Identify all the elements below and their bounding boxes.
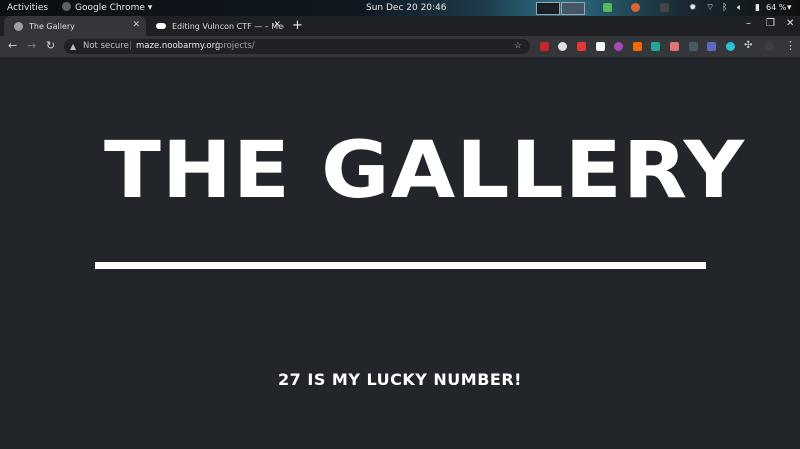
battery-percent: 64 % <box>766 3 787 12</box>
volume-icon[interactable]: 🔈︎ <box>737 2 742 14</box>
screen-icon[interactable] <box>660 3 669 12</box>
profile-avatar[interactable] <box>765 42 774 51</box>
close-window-button[interactable]: ✕ <box>786 18 794 29</box>
forward-button[interactable]: → <box>27 39 36 53</box>
tab-the-gallery[interactable]: The Gallery ✕ <box>4 16 146 36</box>
heading-underline <box>95 262 706 269</box>
extensions-puzzle-icon[interactable]: ✣ <box>744 39 752 53</box>
tab-title: Editing Vulncon CTF — – Med <box>172 21 284 31</box>
kebab-menu-icon[interactable]: ⋮ <box>785 39 796 53</box>
extension-8-icon[interactable] <box>670 42 679 51</box>
extension-7-icon[interactable] <box>651 42 660 51</box>
browser-toolbar: ← → ↻ ▲ Not secure | maze.noobarmy.org /… <box>0 36 800 57</box>
tab-title: The Gallery <box>29 21 75 31</box>
minimize-button[interactable]: – <box>746 18 751 29</box>
workspace-2[interactable] <box>561 2 585 15</box>
system-menu-arrow-icon[interactable]: ▾ <box>787 2 792 14</box>
tab-strip: The Gallery ✕ Editing Vulncon CTF — – Me… <box>0 16 800 36</box>
app-menu[interactable]: Google Chrome ▾ <box>62 2 152 14</box>
chrome-tray-icon[interactable] <box>631 3 640 12</box>
dropdown-arrow-icon: ▾ <box>147 3 153 13</box>
brightness-icon[interactable]: ✹ <box>689 2 697 14</box>
extension-6-icon[interactable] <box>633 42 642 51</box>
clock[interactable]: Sun Dec 20 20:46 <box>366 2 447 14</box>
close-tab-icon[interactable]: ✕ <box>132 20 140 30</box>
reload-button[interactable]: ↻ <box>46 39 55 53</box>
warning-icon[interactable]: ▲ <box>70 40 76 53</box>
globe-icon <box>14 21 23 31</box>
extension-1-icon[interactable] <box>540 42 549 51</box>
bookmark-star-icon[interactable]: ☆ <box>514 40 522 53</box>
maximize-button[interactable]: ❐ <box>766 18 775 29</box>
system-top-bar: Activities Google Chrome ▾ Sun Dec 20 20… <box>0 0 800 16</box>
chrome-app-icon <box>62 2 71 11</box>
shield-icon[interactable] <box>603 3 612 12</box>
address-bar[interactable]: ▲ Not secure | maze.noobarmy.org /projec… <box>64 39 530 54</box>
extension-2-icon[interactable] <box>558 42 567 51</box>
security-label[interactable]: Not secure <box>83 40 129 53</box>
tab-editing-vulncon[interactable]: Editing Vulncon CTF — – Med ✕ <box>146 16 287 36</box>
activities-button[interactable]: Activities <box>7 2 48 14</box>
separator: | <box>129 41 132 51</box>
url-host: maze.noobarmy.org <box>136 41 221 51</box>
battery-icon[interactable]: ▮ <box>755 2 760 14</box>
extension-10-icon[interactable] <box>707 42 716 51</box>
app-menu-label: Google Chrome <box>75 3 145 13</box>
back-button[interactable]: ← <box>8 39 17 53</box>
page-heading: THE GALLERY <box>103 126 746 216</box>
page-content <box>0 57 800 449</box>
workspace-1[interactable] <box>536 2 560 15</box>
close-tab-icon[interactable]: ✕ <box>273 20 281 30</box>
wifi-icon[interactable]: ⌔ <box>706 2 714 14</box>
extension-5-icon[interactable] <box>614 42 623 51</box>
extension-4-icon[interactable] <box>596 42 605 51</box>
bluetooth-icon[interactable]: ᛒ <box>722 2 727 14</box>
new-tab-button[interactable]: + <box>292 17 303 35</box>
extension-3-icon[interactable] <box>577 42 586 51</box>
extension-11-icon[interactable] <box>726 42 735 51</box>
lucky-number-text: 27 IS MY LUCKY NUMBER! <box>278 370 522 389</box>
medium-icon <box>156 23 166 29</box>
extension-9-icon[interactable] <box>689 42 698 51</box>
url-path: /projects/ <box>215 41 255 51</box>
